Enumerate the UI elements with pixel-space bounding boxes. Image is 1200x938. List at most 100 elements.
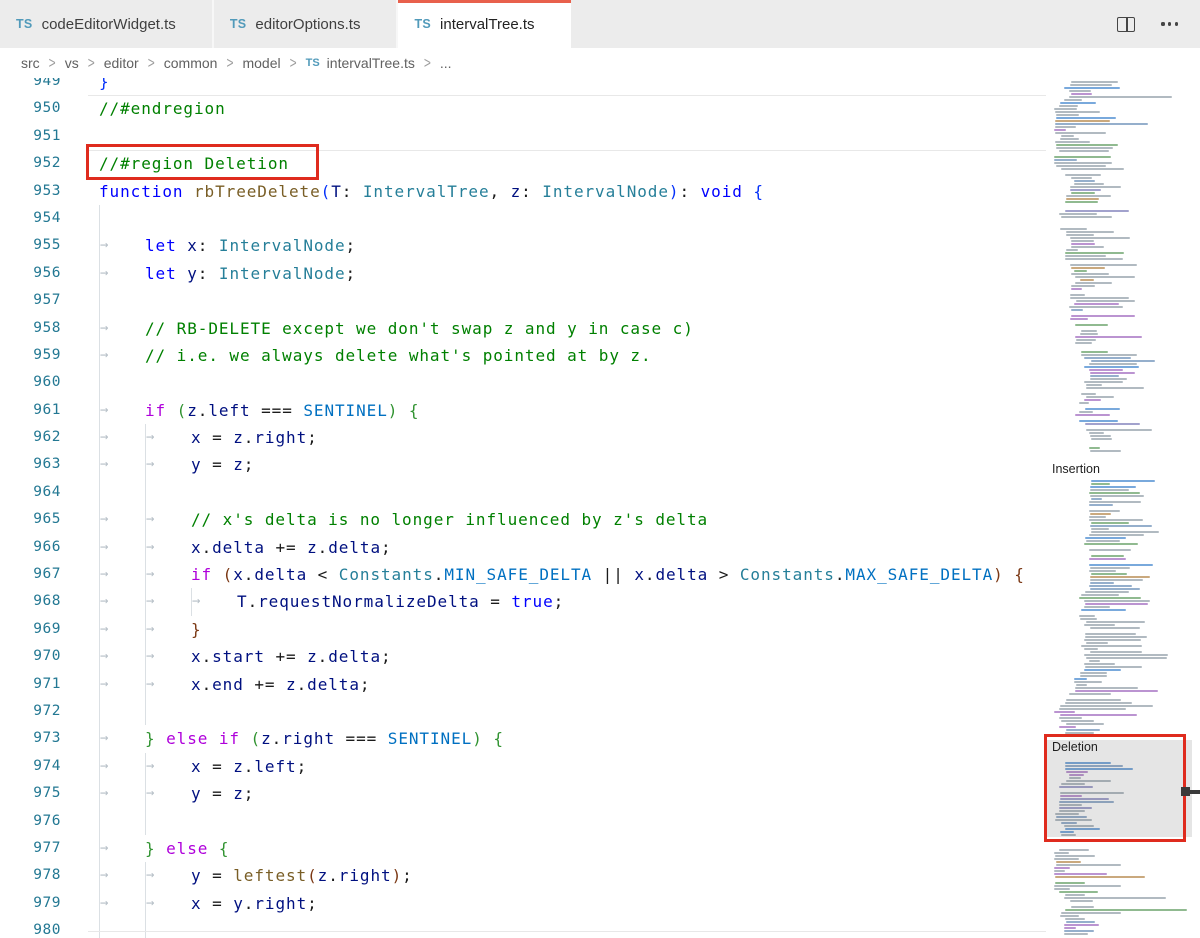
line-number: 959 <box>0 342 88 369</box>
tab-whitespace-arrow: → <box>99 835 145 862</box>
line-number: 979 <box>0 890 88 917</box>
code-text[interactable]: →let y: IntervalNode; <box>88 260 356 287</box>
code-line: 967→→if (x.delta < Constants.MIN_SAFE_DE… <box>0 561 1200 588</box>
line-number: 957 <box>0 287 88 314</box>
code-lines: 949}950//#endregion951952//#region Delet… <box>0 78 1200 938</box>
line-number: 953 <box>0 178 88 205</box>
code-text[interactable]: →// RB-DELETE except we don't swap z and… <box>88 315 694 342</box>
breadcrumb-item-src[interactable]: src <box>21 55 40 71</box>
tab-editorOptions[interactable]: TS editorOptions.ts <box>214 0 399 48</box>
tab-whitespace-arrow: → <box>99 671 145 698</box>
line-number: 952 <box>0 150 88 177</box>
chevron-right-icon: > <box>290 54 297 72</box>
code-text[interactable]: →// i.e. we always delete what's pointed… <box>88 342 652 369</box>
tab-whitespace-arrow: → <box>145 451 191 478</box>
code-text[interactable]: →→x = z.left; <box>88 753 307 780</box>
code-text[interactable] <box>88 698 191 725</box>
code-text[interactable]: →→x.start += z.delta; <box>88 643 392 670</box>
code-text[interactable] <box>88 917 191 938</box>
line-number: 964 <box>0 479 88 506</box>
code-text[interactable] <box>88 205 145 232</box>
code-text[interactable]: →} else if (z.right === SENTINEL) { <box>88 725 504 752</box>
code-line: 960 <box>0 369 1200 396</box>
code-text[interactable] <box>88 808 191 835</box>
line-number: 972 <box>0 698 88 725</box>
tab-whitespace-arrow: → <box>145 753 191 780</box>
breadcrumb-item-file[interactable]: intervalTree.ts <box>327 55 415 71</box>
tab-whitespace-arrow: → <box>99 862 145 889</box>
tab-whitespace-arrow: → <box>99 397 145 424</box>
code-line: 978→→y = leftest(z.right); <box>0 862 1200 889</box>
minimap-section-label-insertion: Insertion <box>1052 461 1105 477</box>
tab-whitespace-arrow: → <box>99 753 145 780</box>
code-line: 966→→x.delta += z.delta; <box>0 534 1200 561</box>
code-text[interactable]: →→// x's delta is no longer influenced b… <box>88 506 708 533</box>
code-text[interactable]: //#endregion <box>88 95 226 122</box>
code-text[interactable] <box>88 369 145 396</box>
minimap[interactable]: Insertion Deletion <box>1052 78 1200 938</box>
code-line: 954 <box>0 205 1200 232</box>
code-text[interactable]: →→} <box>88 616 202 643</box>
line-number: 966 <box>0 534 88 561</box>
indent-guide <box>99 369 145 396</box>
code-text[interactable] <box>88 479 191 506</box>
code-line: 977→} else { <box>0 835 1200 862</box>
code-text[interactable]: →if (z.left === SENTINEL) { <box>88 397 419 424</box>
tab-whitespace-arrow: → <box>145 561 191 588</box>
code-text[interactable]: →→y = z; <box>88 451 254 478</box>
annotation-arrow <box>1189 790 1200 794</box>
code-text[interactable]: →} else { <box>88 835 229 862</box>
breadcrumb-item-vs[interactable]: vs <box>65 55 79 71</box>
code-line: 961→if (z.left === SENTINEL) { <box>0 397 1200 424</box>
code-line: 971→→x.end += z.delta; <box>0 671 1200 698</box>
code-line: 950//#endregion <box>0 95 1200 122</box>
breadcrumb-item-model[interactable]: model <box>242 55 280 71</box>
code-text[interactable]: function rbTreeDelete(T: IntervalTree, z… <box>88 178 764 205</box>
typescript-file-icon: TS <box>306 57 320 69</box>
code-line: 959→// i.e. we always delete what's poin… <box>0 342 1200 369</box>
code-text[interactable]: →→y = z; <box>88 780 254 807</box>
line-number: 954 <box>0 205 88 232</box>
code-text[interactable]: →→x.delta += z.delta; <box>88 534 392 561</box>
tab-whitespace-arrow: → <box>99 725 145 752</box>
chevron-right-icon: > <box>88 54 95 72</box>
line-number: 955 <box>0 232 88 259</box>
chevron-right-icon: > <box>424 54 431 72</box>
breadcrumb-item-more[interactable]: ... <box>440 55 452 71</box>
breadcrumb-item-common[interactable]: common <box>164 55 218 71</box>
code-text[interactable]: →→x = z.right; <box>88 424 318 451</box>
code-text[interactable]: →→if (x.delta < Constants.MIN_SAFE_DELTA… <box>88 561 1025 588</box>
tab-codeEditorWidget[interactable]: TS codeEditorWidget.ts <box>0 0 214 48</box>
chevron-right-icon: > <box>148 54 155 72</box>
code-line: 958→// RB-DELETE except we don't swap z … <box>0 315 1200 342</box>
code-line: 969→→} <box>0 616 1200 643</box>
tab-whitespace-arrow: → <box>99 506 145 533</box>
more-actions-icon[interactable] <box>1161 18 1178 29</box>
line-number: 962 <box>0 424 88 451</box>
code-text[interactable]: →→x.end += z.delta; <box>88 671 370 698</box>
code-text[interactable]: →→y = leftest(z.right); <box>88 862 413 889</box>
code-line: 979→→x = y.right; <box>0 890 1200 917</box>
code-text[interactable]: } <box>88 78 110 95</box>
code-text[interactable]: →→x = y.right; <box>88 890 318 917</box>
breadcrumb-item-editor[interactable]: editor <box>104 55 139 71</box>
tab-whitespace-arrow: → <box>99 315 145 342</box>
code-text[interactable] <box>88 287 145 314</box>
chevron-right-icon: > <box>49 54 56 72</box>
code-line: 962→→x = z.right; <box>0 424 1200 451</box>
tab-whitespace-arrow: → <box>145 862 191 889</box>
tab-whitespace-arrow: → <box>99 451 145 478</box>
tab-intervalTree-active[interactable]: TS intervalTree.ts <box>398 0 570 48</box>
indent-guide <box>99 287 145 314</box>
split-editor-icon[interactable] <box>1117 17 1135 32</box>
code-line: 970→→x.start += z.delta; <box>0 643 1200 670</box>
indent-guide <box>145 808 191 835</box>
tab-whitespace-arrow: → <box>145 890 191 917</box>
line-number: 949 <box>0 78 88 95</box>
code-line: 953function rbTreeDelete(T: IntervalTree… <box>0 178 1200 205</box>
code-editor[interactable]: 949}950//#endregion951952//#region Delet… <box>0 78 1200 938</box>
tab-whitespace-arrow: → <box>99 232 145 259</box>
code-text[interactable]: →→→T.requestNormalizeDelta = true; <box>88 588 564 615</box>
tab-whitespace-arrow: → <box>99 342 145 369</box>
code-text[interactable]: →let x: IntervalNode; <box>88 232 356 259</box>
